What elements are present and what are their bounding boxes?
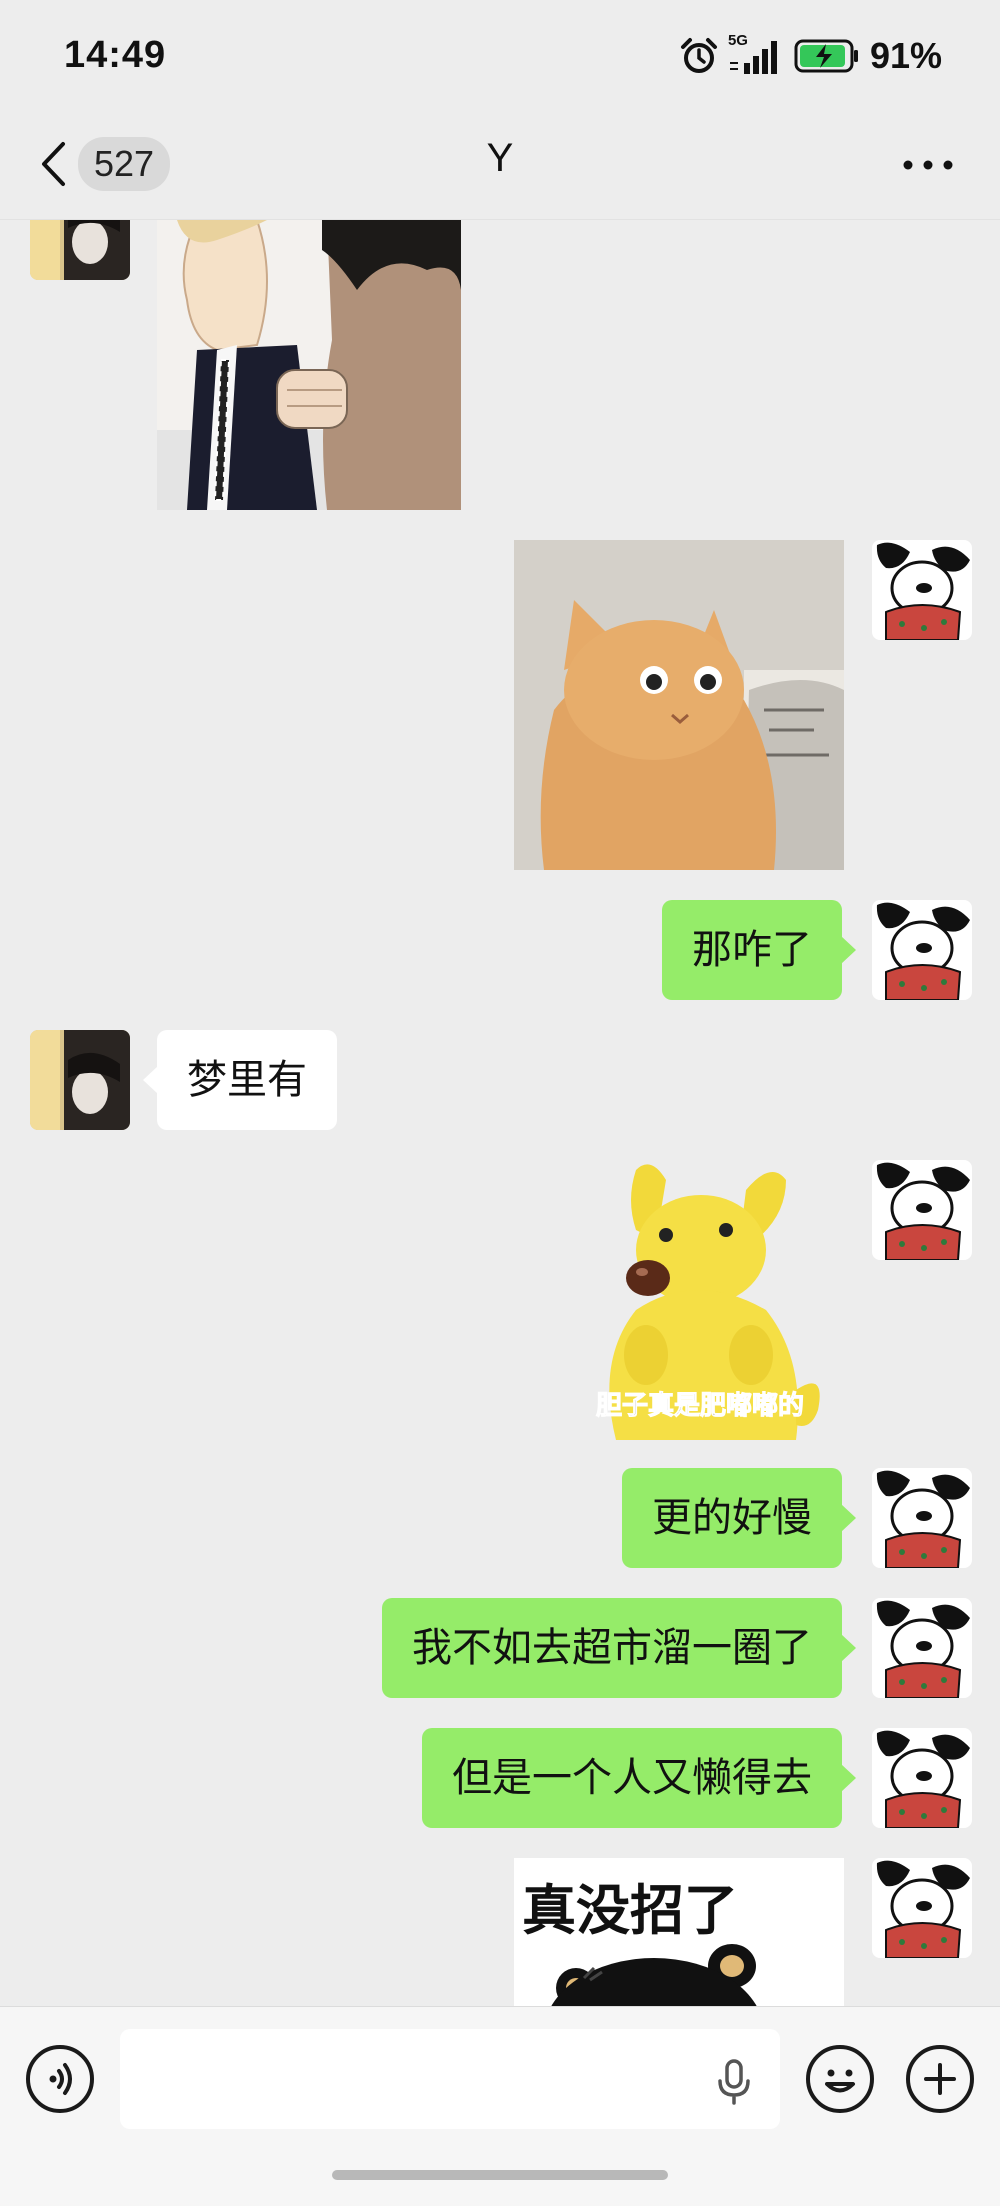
battery-percent: 91% bbox=[869, 35, 942, 76]
status-icons: 5G 91% bbox=[680, 32, 942, 78]
home-indicator[interactable] bbox=[332, 2170, 668, 2180]
fist-bump-sticker bbox=[157, 220, 461, 510]
self-avatar[interactable] bbox=[872, 900, 972, 1000]
microphone-icon[interactable] bbox=[714, 2057, 754, 2107]
chevron-left-icon bbox=[42, 142, 65, 186]
self-avatar[interactable] bbox=[872, 1858, 972, 1958]
emoji-icon bbox=[825, 2069, 855, 2093]
message-bubble-self[interactable]: 但是一个人又懒得去 bbox=[422, 1728, 856, 1828]
message-bubble-self[interactable]: 我不如去超市溜一圈了 bbox=[382, 1598, 856, 1698]
battery-charging-icon bbox=[794, 39, 858, 73]
contact-avatar[interactable] bbox=[30, 1030, 130, 1130]
message-list[interactable]: 那咋了 梦里有 胆子真是肥嘟嘟的 更的好慢 我不如去超市溜一圈了 但是一个人又懒… bbox=[0, 220, 1000, 2006]
emoji-button[interactable] bbox=[806, 2045, 874, 2113]
plus-icon bbox=[924, 2063, 956, 2095]
message-bubble-self[interactable]: 那咋了 bbox=[662, 900, 856, 1000]
unread-count-badge: 527 bbox=[78, 137, 171, 191]
more-icon bbox=[903, 160, 953, 170]
message-bubble-self[interactable]: 更的好慢 bbox=[622, 1468, 856, 1568]
sticker-message[interactable]: 真没招了 bbox=[514, 1858, 844, 2006]
more-actions-button[interactable] bbox=[906, 2045, 974, 2113]
alarm-icon bbox=[680, 38, 717, 73]
contact-avatar[interactable] bbox=[30, 220, 130, 280]
self-avatar[interactable] bbox=[872, 540, 972, 640]
signal-icon: 5G bbox=[728, 32, 784, 76]
cat-sticker bbox=[514, 540, 844, 870]
voice-toggle-button[interactable] bbox=[26, 2045, 94, 2113]
sticker-message[interactable] bbox=[157, 220, 461, 510]
self-avatar[interactable] bbox=[872, 1728, 972, 1828]
sticker-message[interactable] bbox=[514, 540, 844, 870]
message-bubble-other[interactable]: 梦里有 bbox=[143, 1030, 337, 1130]
self-avatar[interactable] bbox=[872, 1468, 972, 1568]
self-avatar[interactable] bbox=[872, 1160, 972, 1260]
status-bar: 14:49 5G 91% bbox=[0, 0, 1000, 110]
sticker-message[interactable]: 胆子真是肥嘟嘟的 bbox=[556, 1160, 844, 1440]
chat-header: 527 Y bbox=[0, 110, 1000, 220]
sticker-caption: 胆子真是肥嘟嘟的 bbox=[595, 1391, 804, 1422]
more-button[interactable] bbox=[898, 140, 958, 190]
self-avatar[interactable] bbox=[872, 1598, 972, 1698]
back-button[interactable]: 527 bbox=[38, 134, 171, 194]
black-bear-sticker bbox=[551, 1944, 757, 2006]
voice-icon bbox=[49, 2063, 72, 2095]
message-input[interactable] bbox=[120, 2029, 780, 2129]
status-time: 14:49 bbox=[64, 34, 167, 76]
